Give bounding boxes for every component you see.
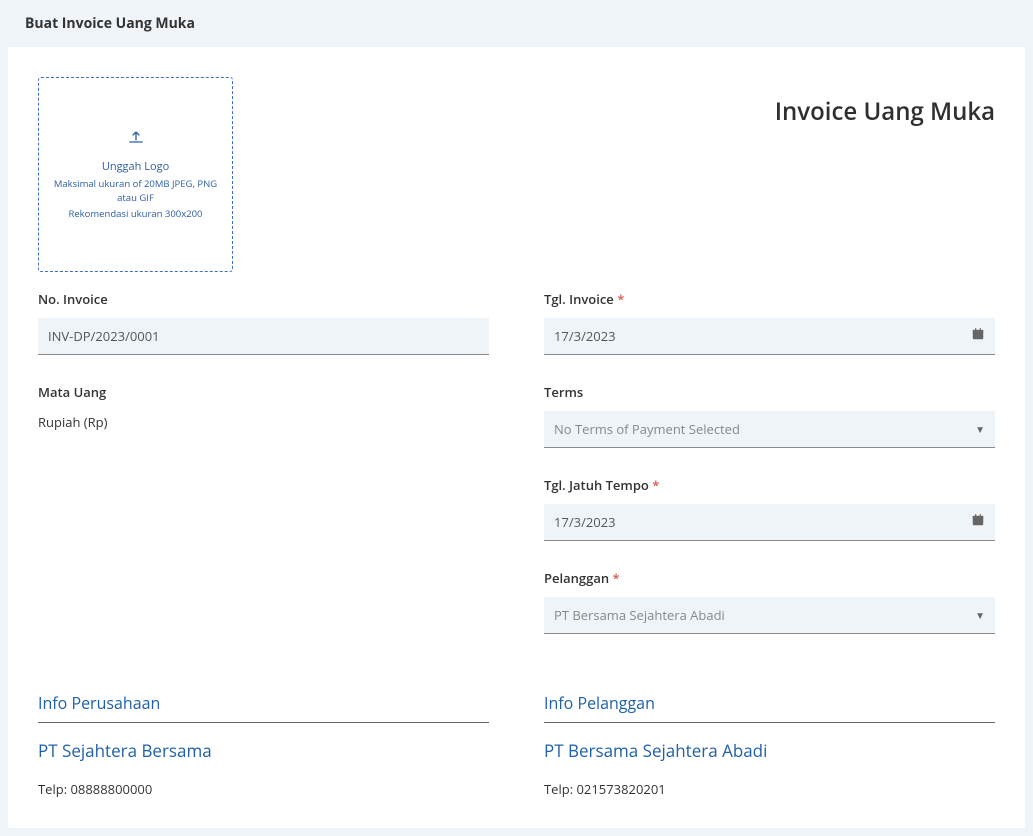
customer-phone: Telp: 021573820201 xyxy=(544,780,995,798)
terms-label: Terms xyxy=(544,383,995,401)
terms-select[interactable]: No Terms of Payment Selected ▼ xyxy=(544,411,995,448)
chevron-down-icon: ▼ xyxy=(975,422,985,436)
upload-icon xyxy=(126,127,146,159)
mata-uang-label: Mata Uang xyxy=(38,383,489,401)
customer-section-title: Info Pelanggan xyxy=(544,692,995,723)
mata-uang-value: Rupiah (Rp) xyxy=(38,413,489,431)
upload-logo-box[interactable]: Unggah Logo Maksimal ukuran of 20MB JPEG… xyxy=(38,77,233,272)
pelanggan-label: Pelanggan * xyxy=(544,569,995,587)
no-invoice-label: No. Invoice xyxy=(38,290,489,308)
invoice-heading: Invoice Uang Muka xyxy=(775,95,995,128)
company-name: PT Sejahtera Bersama xyxy=(38,739,489,762)
chevron-down-icon: ▼ xyxy=(975,608,985,622)
company-section-title: Info Perusahaan xyxy=(38,692,489,723)
tgl-jatuh-tempo-input[interactable]: 17/3/2023 xyxy=(544,504,995,541)
invoice-card: Unggah Logo Maksimal ukuran of 20MB JPEG… xyxy=(8,47,1025,828)
upload-subtext-1: Maksimal ukuran of 20MB JPEG, PNG atau G… xyxy=(49,177,222,206)
calendar-icon xyxy=(971,327,985,345)
page-title: Buat Invoice Uang Muka xyxy=(0,0,1033,47)
tgl-jatuh-tempo-label: Tgl. Jatuh Tempo * xyxy=(544,476,995,494)
customer-name: PT Bersama Sejahtera Abadi xyxy=(544,739,995,762)
tgl-invoice-label: Tgl. Invoice * xyxy=(544,290,995,308)
pelanggan-select[interactable]: PT Bersama Sejahtera Abadi ▼ xyxy=(544,597,995,634)
tgl-invoice-input[interactable]: 17/3/2023 xyxy=(544,318,995,355)
upload-subtext-2: Rekomendasi ukuran 300x200 xyxy=(68,207,202,221)
calendar-icon xyxy=(971,513,985,531)
upload-title: Unggah Logo xyxy=(102,159,169,174)
company-phone: Telp: 08888800000 xyxy=(38,780,489,798)
no-invoice-input[interactable] xyxy=(38,318,489,355)
